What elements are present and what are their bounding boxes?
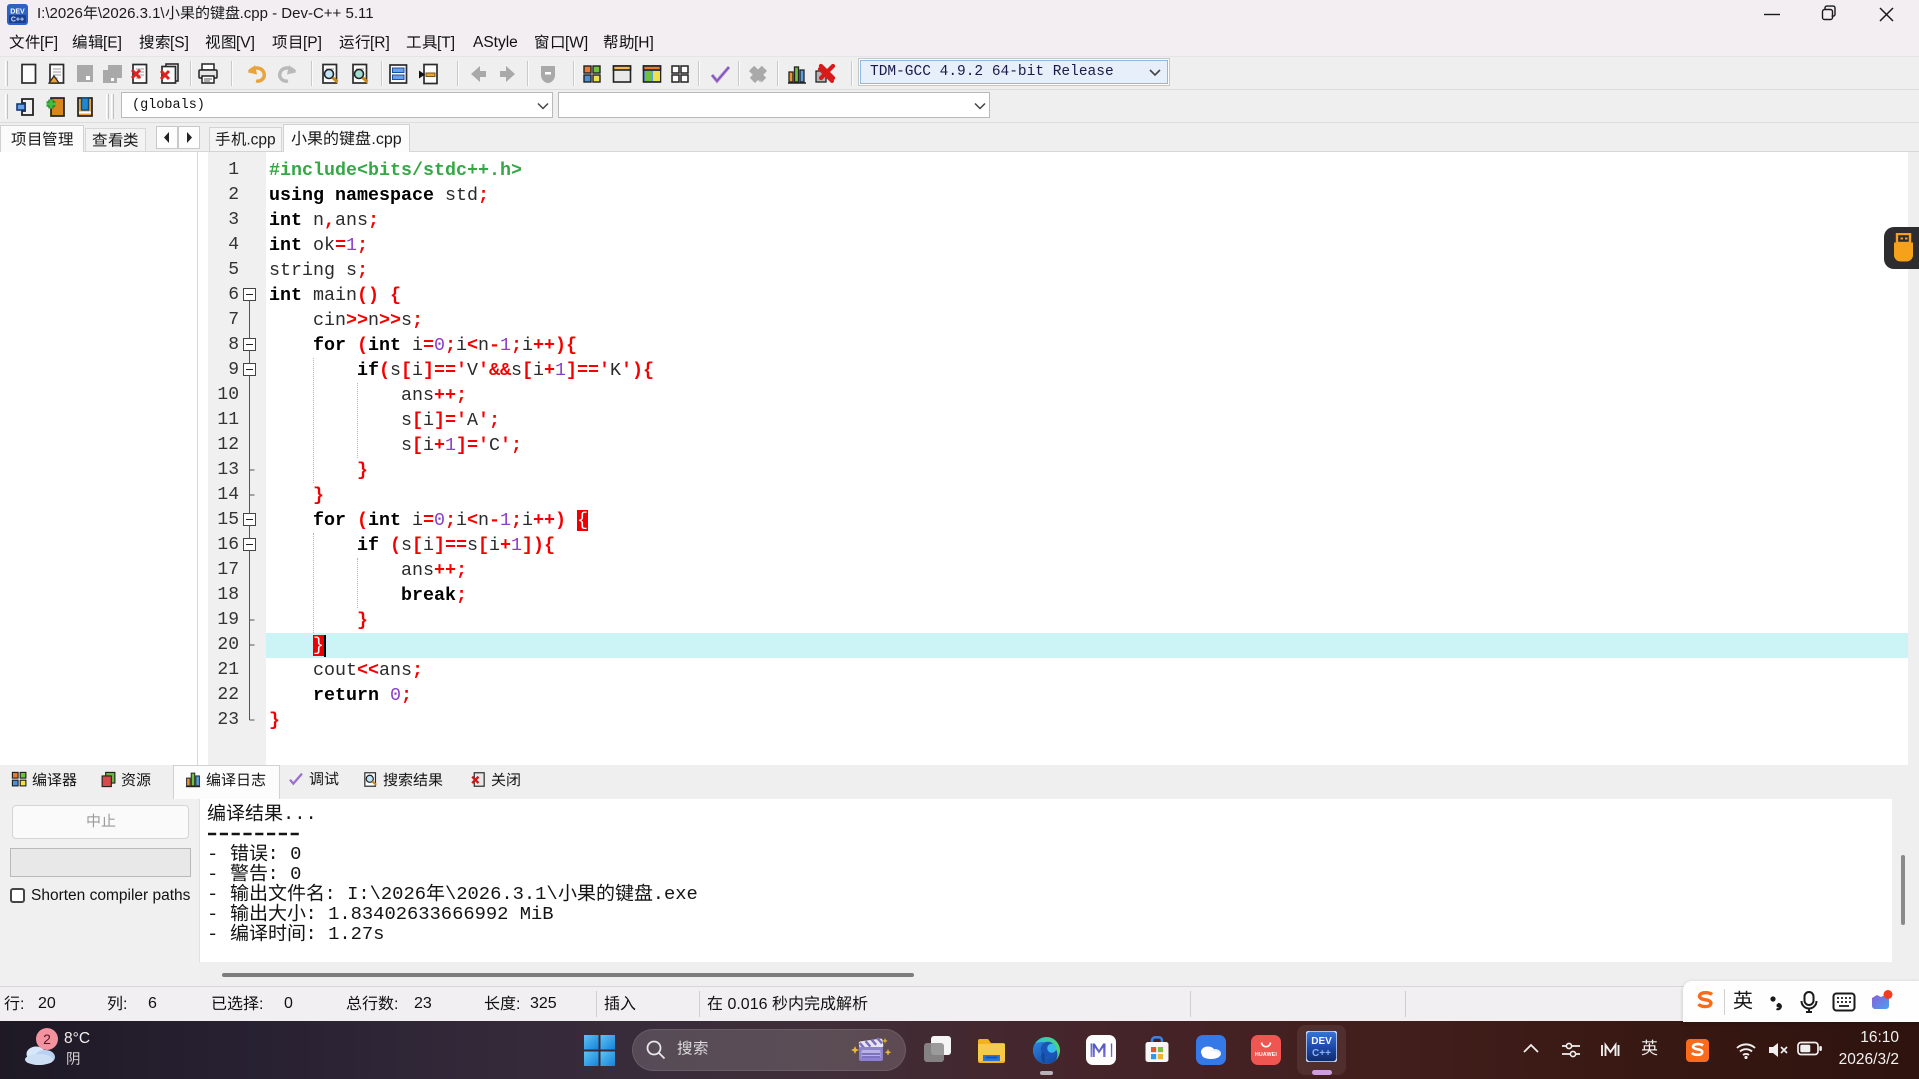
svg-text:C++: C++ bbox=[11, 17, 24, 24]
svg-text:DEV: DEV bbox=[10, 9, 25, 16]
svg-text:HUAWEI: HUAWEI bbox=[1255, 1052, 1277, 1058]
svg-text:C++: C++ bbox=[1312, 1048, 1331, 1059]
svg-text:DEV: DEV bbox=[1311, 1036, 1332, 1047]
